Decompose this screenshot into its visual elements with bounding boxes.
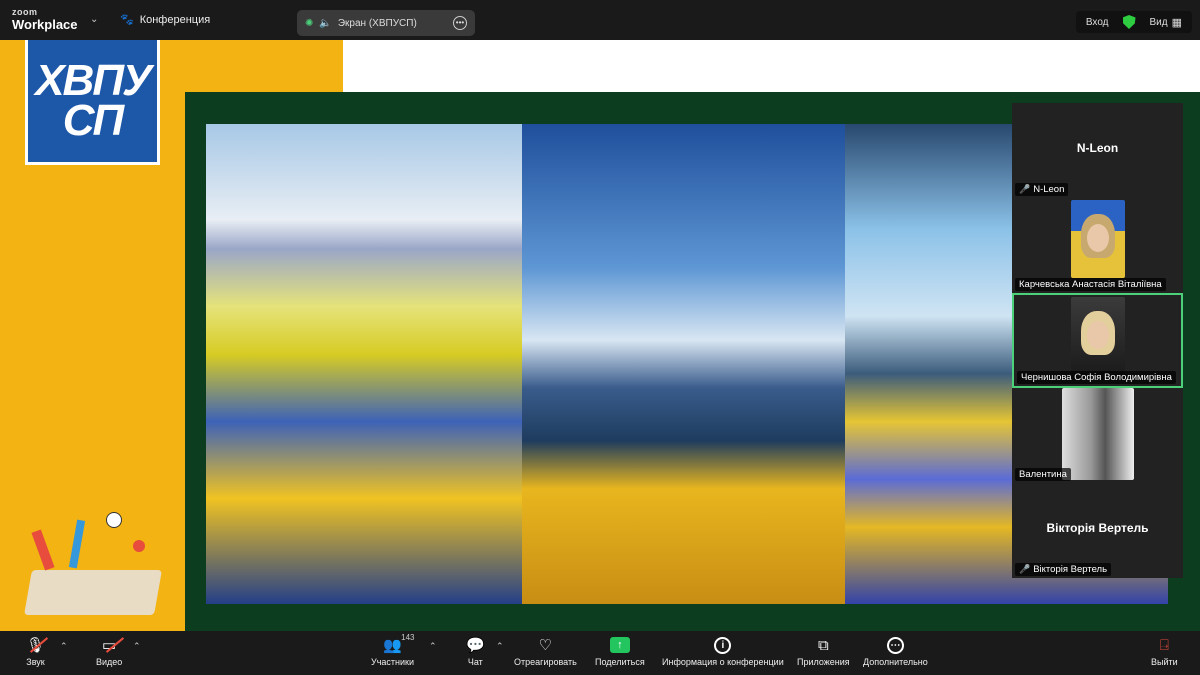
chat-label: Чат [467, 657, 483, 667]
mic-muted-icon: 🎙 [26, 635, 49, 655]
apps-label: Приложения [797, 657, 850, 667]
zoom-window: zoom Workplace ⌄ 🐾 Конференция ✺ 🔈 Экран… [0, 0, 1200, 675]
participant-name: Карчевська Анастасія Віталіївна [1019, 279, 1162, 290]
participant-label: 🎤 N-Leon [1015, 183, 1069, 196]
participants-options-chevron-icon[interactable]: ⌃ [429, 641, 437, 652]
participant-label: Карчевська Анастасія Віталіївна [1015, 278, 1166, 291]
paw-icon: 🐾 [120, 14, 134, 26]
shield-icon[interactable] [1122, 15, 1136, 29]
school-supplies-illustration [18, 500, 168, 625]
participant-tile[interactable]: Карчевська Анастасія Віталіївна [1012, 198, 1183, 293]
participant-tile-active-speaker[interactable]: Чернишова Софія Володимирівна [1012, 293, 1183, 388]
enter-button[interactable]: Вход [1086, 17, 1109, 28]
top-bar: zoom Workplace ⌄ 🐾 Конференция ✺ 🔈 Экран… [0, 0, 1200, 40]
chat-options-chevron-icon[interactable]: ⌃ [496, 641, 504, 652]
more-button[interactable]: ⋯ Дополнительно [863, 635, 928, 667]
speaker-icon: 🔈 [319, 17, 332, 29]
video-label: Видео [96, 657, 123, 667]
react-button[interactable]: ♡ Отреагировать [514, 635, 577, 667]
participant-label: Чернишова Софія Володимирівна [1017, 371, 1176, 384]
participants-button[interactable]: 👥 143 Участники [371, 633, 415, 667]
more-icon-wrap: ⋯ [886, 635, 904, 655]
participants-gallery: N-Leon 🎤 N-Leon Карчевська Анастасія Віт… [1012, 103, 1183, 578]
view-label: Вид [1149, 16, 1168, 28]
video-off-icon: ▭ [102, 635, 125, 655]
meeting-toolbar: 🎙 Звук ⌃ ▭ Видео ⌃ 👥143 Участники ⌃ 💬 Ча… [0, 631, 1200, 675]
share-button[interactable]: ↑ Поделиться [595, 635, 645, 667]
screen-share-pill[interactable]: ✺ 🔈 Экран (ХВПУСП) ••• [297, 10, 475, 36]
participant-label: Валентина [1015, 468, 1071, 481]
brand-zoom: zoom [12, 7, 38, 17]
zoom-brand[interactable]: zoom Workplace [12, 7, 78, 32]
audio-button[interactable]: 🎙 Звук [26, 635, 49, 667]
participant-tile[interactable]: N-Leon 🎤 N-Leon [1012, 103, 1183, 198]
participant-tile[interactable]: Вікторія Вертель 🎤 Вікторія Вертель [1012, 483, 1183, 578]
info-icon: i [714, 636, 732, 654]
grid-icon: ▦ [1171, 16, 1182, 29]
landscape-image-left [206, 124, 522, 604]
meeting-info-button[interactable]: i Информация о конференции [662, 635, 784, 667]
participant-video [1061, 388, 1134, 480]
chat-button[interactable]: 💬 Чат [466, 635, 485, 667]
screen-share-label: Экран (ХВПУСП) [337, 17, 417, 29]
landscape-image-center [522, 124, 845, 604]
participants-count: 143 [401, 633, 415, 642]
participant-video [1070, 297, 1125, 375]
audio-options-chevron-icon[interactable]: ⌃ [60, 641, 68, 652]
meeting-info-label: Информация о конференции [662, 657, 784, 667]
logo-line2: СП [62, 96, 124, 145]
mic-muted-icon: 🎤 [1019, 184, 1031, 194]
more-label: Дополнительно [863, 657, 928, 667]
participant-display-name: Вікторія Вертель [1046, 521, 1149, 535]
share-icon: ↑ [609, 637, 630, 653]
heart-icon: ♡ [538, 637, 553, 654]
participant-display-name: N-Leon [1076, 141, 1119, 155]
participant-tile[interactable]: Валентина [1012, 388, 1183, 483]
react-label: Отреагировать [514, 657, 577, 667]
mic-muted-icon: 🎤 [1019, 564, 1031, 574]
more-icon: ⋯ [886, 636, 904, 654]
meeting-menu[interactable]: 🐾 Конференция [120, 13, 211, 27]
participant-label: 🎤 Вікторія Вертель [1015, 563, 1112, 576]
share-icon-wrap: ↑ [609, 635, 630, 655]
share-status-icon: ✺ [305, 17, 314, 29]
participant-name: N-Leon [1033, 184, 1065, 195]
apps-button[interactable]: ⧉ Приложения [797, 635, 850, 668]
face-shape [1086, 224, 1109, 252]
chevron-down-icon[interactable]: ⌄ [90, 14, 98, 25]
brand-workplace: Workplace [12, 17, 78, 32]
more-options-icon[interactable]: ••• [453, 16, 467, 30]
info-icon-wrap: i [714, 635, 732, 655]
leave-icon: ⍈ [1159, 636, 1169, 654]
video-options-chevron-icon[interactable]: ⌃ [133, 641, 141, 652]
face-shape [1086, 321, 1109, 349]
top-right-controls: Вход Вид ▦ [1075, 11, 1192, 33]
leave-label: Выйти [1151, 657, 1178, 667]
participant-name: Вікторія Вертель [1033, 564, 1108, 575]
video-button[interactable]: ▭ Видео [96, 635, 125, 667]
audio-label: Звук [26, 657, 45, 667]
share-label: Поделиться [595, 657, 645, 667]
participants-label: Участники [371, 657, 414, 667]
chat-icon: 💬 [466, 637, 485, 654]
view-button[interactable]: Вид ▦ [1150, 16, 1183, 29]
participants-icon: 👥 143 [383, 633, 415, 654]
leave-button[interactable]: ⍈ Выйти [1151, 635, 1178, 668]
participant-video [1070, 200, 1125, 278]
participant-name: Валентина [1019, 469, 1067, 480]
college-logo: ХВПУ СП [25, 40, 160, 165]
apps-icon: ⧉ [817, 636, 829, 654]
meeting-label: Конференция [139, 13, 211, 26]
participant-name: Чернишова Софія Володимирівна [1021, 372, 1172, 383]
